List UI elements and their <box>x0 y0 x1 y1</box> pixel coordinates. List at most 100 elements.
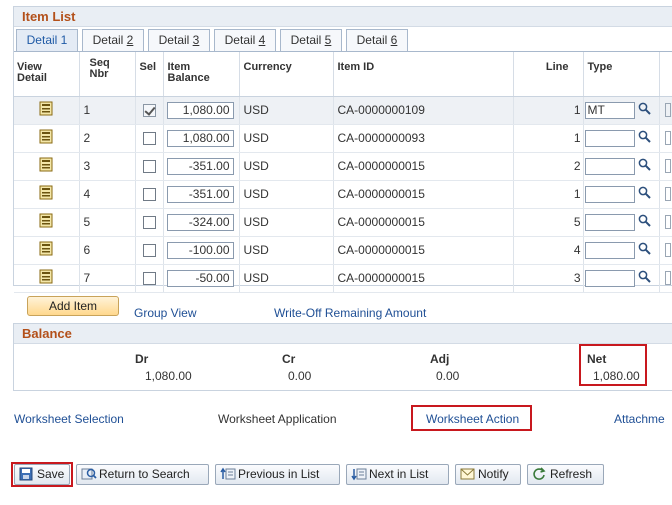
item-balance-cell: 1,080.00 <box>163 96 240 125</box>
refresh-label: Refresh <box>550 467 593 481</box>
seq-cell: 6 <box>79 236 136 265</box>
tab-detail-1[interactable]: Detail 1 <box>16 29 78 52</box>
dr-label: Dr <box>135 352 149 366</box>
arrow-up-list-icon <box>220 467 236 487</box>
item-balance-input[interactable]: -351.00 <box>166 185 234 203</box>
item-balance-input[interactable]: -324.00 <box>166 213 234 231</box>
view-detail-cell <box>14 236 80 265</box>
lookup-icon[interactable] <box>638 158 651 174</box>
view-detail-icon[interactable] <box>38 157 54 175</box>
group-view-link[interactable]: Group View <box>134 306 196 320</box>
lookup-icon[interactable] <box>638 270 651 286</box>
lookup-icon[interactable] <box>638 102 651 118</box>
col-item-id[interactable]: Item ID <box>333 52 514 97</box>
currency-cell: USD <box>239 124 334 153</box>
type-cell: MT <box>583 96 660 125</box>
sel-cell <box>135 236 164 265</box>
row-edge-control <box>664 103 671 118</box>
col-currency[interactable]: Currency <box>239 52 334 97</box>
type-cell <box>583 180 660 209</box>
select-checkbox[interactable] <box>142 160 156 174</box>
write-off-remaining-link[interactable]: Write-Off Remaining Amount <box>274 306 426 320</box>
adj-column: Adj 0.00 <box>430 352 459 383</box>
type-input[interactable] <box>584 213 635 231</box>
lookup-icon[interactable] <box>638 130 651 146</box>
row-edge-control <box>664 131 671 146</box>
item-balance-input[interactable]: 1,080.00 <box>166 101 234 119</box>
view-detail-cell <box>14 96 80 125</box>
notify-label: Notify <box>478 467 509 481</box>
select-checkbox[interactable] <box>142 216 156 230</box>
previous-in-list-button[interactable]: Previous in List <box>215 464 340 485</box>
col-item-balance[interactable]: Item Balance <box>163 52 240 97</box>
adj-label: Adj <box>430 352 450 366</box>
view-detail-cell <box>14 124 80 153</box>
worksheet-action-link[interactable]: Worksheet Action <box>426 412 519 426</box>
item-id-cell: CA-0000000015 <box>333 208 514 237</box>
select-checkbox[interactable] <box>142 188 156 202</box>
tab-detail-2[interactable]: Detail 2 <box>82 29 144 51</box>
item-list-title: Item List <box>14 7 672 27</box>
tab-detail-3[interactable]: Detail 3 <box>148 29 210 51</box>
seq-cell: 5 <box>79 208 136 237</box>
return-to-search-button[interactable]: Return to Search <box>76 464 209 485</box>
dr-value: 1,080.00 <box>145 369 192 383</box>
type-input[interactable] <box>584 241 635 259</box>
col-seq-nbr[interactable]: Seq Nbr <box>79 52 136 97</box>
table-row: 6 -100.00 USD CA-0000000015 4 <box>14 236 672 265</box>
tab-detail-5[interactable]: Detail 5 <box>280 29 342 51</box>
lookup-icon[interactable] <box>638 242 651 258</box>
select-checkbox[interactable] <box>142 132 156 146</box>
return-to-search-label: Return to Search <box>99 467 190 481</box>
refresh-icon <box>532 467 546 487</box>
item-balance-cell: -351.00 <box>163 180 240 209</box>
attachments-link[interactable]: Attachme <box>614 412 665 426</box>
type-input[interactable] <box>584 157 635 175</box>
item-balance-input[interactable]: -100.00 <box>166 241 234 259</box>
select-checkbox[interactable] <box>142 272 156 286</box>
row-edge-control <box>664 187 671 202</box>
type-input[interactable] <box>584 185 635 203</box>
view-detail-icon[interactable] <box>38 241 54 259</box>
line-cell: 1 <box>513 180 584 209</box>
col-line[interactable]: Line <box>513 52 584 97</box>
item-balance-cell: -50.00 <box>163 264 240 293</box>
col-view-detail[interactable]: View Detail <box>14 52 80 97</box>
type-input[interactable] <box>584 129 635 147</box>
tab-label: Detail <box>356 33 391 47</box>
worksheet-selection-link[interactable]: Worksheet Selection <box>14 412 124 426</box>
view-detail-cell <box>14 264 80 293</box>
notify-button[interactable]: Notify <box>455 464 521 485</box>
view-detail-icon[interactable] <box>38 213 54 231</box>
next-in-list-button[interactable]: Next in List <box>346 464 449 485</box>
type-input[interactable]: MT <box>584 101 635 119</box>
refresh-button[interactable]: Refresh <box>527 464 604 485</box>
item-id-cell: CA-0000000093 <box>333 124 514 153</box>
item-grid: View Detail Seq Nbr Sel Item Balance Cur… <box>14 52 672 293</box>
item-balance-input[interactable]: -351.00 <box>166 157 234 175</box>
tab-detail-4[interactable]: Detail 4 <box>214 29 276 51</box>
type-input[interactable] <box>584 269 635 287</box>
add-item-button[interactable]: Add Item <box>27 296 119 316</box>
view-detail-icon[interactable] <box>38 101 54 119</box>
col-sel[interactable]: Sel <box>135 52 164 97</box>
line-cell: 4 <box>513 236 584 265</box>
save-button[interactable]: Save <box>14 464 70 485</box>
select-checkbox[interactable] <box>142 244 156 258</box>
next-in-list-label: Next in List <box>369 467 429 481</box>
select-checkbox[interactable] <box>142 104 156 118</box>
currency-cell: USD <box>239 208 334 237</box>
view-detail-icon[interactable] <box>38 269 54 287</box>
tab-label: Detail <box>158 33 193 47</box>
item-balance-input[interactable]: -50.00 <box>166 269 234 287</box>
line-cell: 2 <box>513 152 584 181</box>
tab-detail-6[interactable]: Detail 6 <box>346 29 408 51</box>
edge-cell <box>659 264 672 293</box>
item-balance-input[interactable]: 1,080.00 <box>166 129 234 147</box>
view-detail-icon[interactable] <box>38 185 54 203</box>
view-detail-icon[interactable] <box>38 129 54 147</box>
col-type[interactable]: Type <box>583 52 660 97</box>
lookup-icon[interactable] <box>638 186 651 202</box>
lookup-icon[interactable] <box>638 214 651 230</box>
tab-key: 4 <box>258 33 266 47</box>
